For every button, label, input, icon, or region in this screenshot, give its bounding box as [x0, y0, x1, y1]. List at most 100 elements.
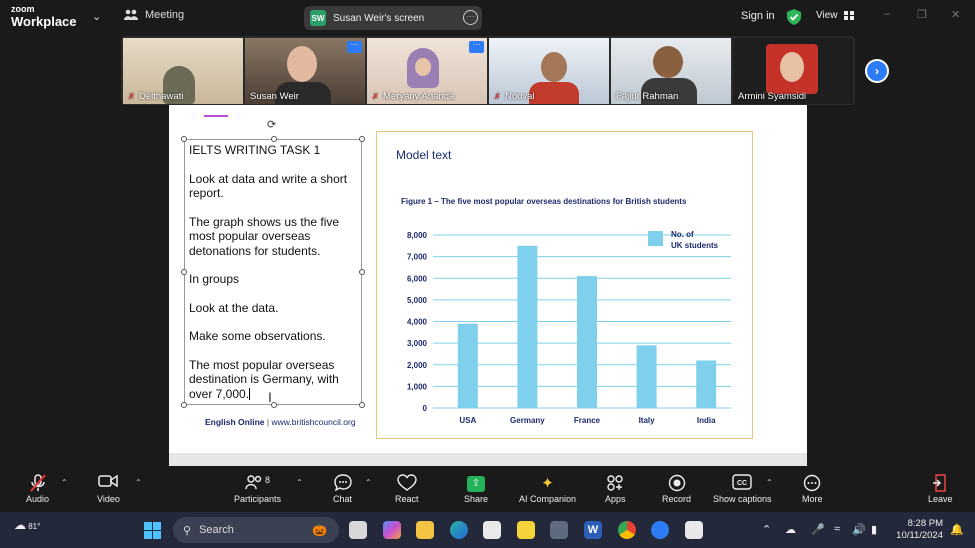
meeting-label: Meeting — [145, 9, 185, 21]
slide-bottom-strip — [169, 453, 807, 466]
resize-handle[interactable] — [181, 402, 187, 408]
shield-check-icon[interactable] — [787, 9, 801, 25]
chevron-up-icon[interactable]: ⌃ — [365, 478, 372, 487]
sticky-notes-icon[interactable] — [517, 521, 535, 539]
react-button[interactable]: React — [395, 474, 419, 504]
sign-in-link[interactable]: Sign in — [741, 10, 775, 22]
weather-widget[interactable]: ☁ 81° — [14, 518, 40, 532]
participants-button[interactable]: 8 Participants — [234, 474, 281, 504]
x-tick-label: France — [574, 416, 601, 425]
video-button[interactable]: Video — [97, 474, 120, 504]
onedrive-cloud-icon[interactable]: ☁ — [785, 523, 796, 536]
bar-france — [577, 276, 597, 408]
chevron-up-icon[interactable]: ⌃ — [61, 478, 68, 487]
microphone-icon[interactable]: 🎤 — [811, 523, 825, 536]
close-icon[interactable]: ✕ — [951, 8, 960, 21]
rotate-handle-icon[interactable]: ⟳ — [267, 118, 276, 131]
next-page-button[interactable]: › — [865, 59, 889, 83]
chevron-down-icon[interactable]: ⌄ — [92, 10, 101, 23]
zoom-logo[interactable]: zoom Workplace — [11, 5, 77, 29]
heart-react-icon — [397, 474, 417, 494]
slide-accent-line — [204, 115, 228, 117]
view-button[interactable]: View — [816, 10, 854, 21]
participant-face — [780, 52, 804, 82]
wifi-icon[interactable]: ≈ — [834, 523, 840, 535]
meeting-people-icon — [124, 9, 138, 20]
word-icon[interactable]: W — [584, 521, 602, 539]
apps-button[interactable]: Apps — [605, 474, 626, 504]
grid-view-icon — [843, 11, 854, 20]
bar-italy — [636, 345, 657, 408]
taskbar-search[interactable]: ⚲ Search 🎃 — [173, 517, 339, 543]
chat-button[interactable]: Chat — [333, 474, 352, 504]
y-tick-label: 0 — [423, 404, 428, 413]
participants-label: Participants — [234, 494, 282, 504]
participants-icon: 8 — [245, 474, 270, 494]
slide-paragraph: The graph shows us the five most popular… — [189, 214, 340, 258]
resize-handle[interactable] — [271, 136, 277, 142]
more-icon — [803, 474, 821, 494]
resize-handle[interactable] — [181, 269, 187, 275]
participant-body — [529, 82, 579, 104]
notification-bell-icon[interactable]: 🔔 — [950, 523, 964, 536]
slide-text[interactable]: IELTS WRITING TASK 1 Look at data and wr… — [189, 143, 361, 415]
shared-screen-indicator[interactable]: SW Susan Weir's screen ··· — [304, 6, 482, 30]
file-explorer-icon[interactable] — [416, 521, 434, 539]
minimize-icon[interactable]: – — [884, 8, 890, 20]
chevron-up-icon[interactable]: ⌃ — [762, 523, 771, 536]
apps-label: Apps — [605, 494, 626, 504]
resize-handle[interactable] — [359, 136, 365, 142]
battery-icon[interactable]: ▮ — [871, 523, 877, 536]
volume-icon[interactable]: 🔊 — [852, 523, 866, 536]
ellipsis-icon[interactable]: ··· — [347, 41, 362, 53]
ellipsis-icon[interactable]: ··· — [463, 10, 478, 25]
participant-tile[interactable]: ··· ✗ Meryany Ananda — [367, 38, 487, 104]
copilot-icon[interactable] — [383, 521, 401, 539]
participant-tile-active-speaker[interactable]: ··· Susan Weir — [245, 38, 365, 104]
task-view-icon[interactable] — [349, 521, 367, 539]
mic-muted-icon — [29, 474, 46, 494]
chrome-icon[interactable] — [618, 521, 636, 539]
ai-companion-button[interactable]: ✦ AI Companion — [519, 474, 576, 504]
edge-icon[interactable] — [450, 521, 468, 539]
y-tick-label: 7,000 — [407, 253, 428, 262]
ellipsis-icon[interactable]: ··· — [469, 41, 484, 53]
brand-bottom: Workplace — [11, 14, 77, 29]
participant-tile[interactable]: ✗ Nouval — [489, 38, 609, 104]
record-button[interactable]: Record — [662, 474, 691, 504]
chevron-up-icon[interactable]: ⌃ — [135, 478, 142, 487]
chevron-up-icon[interactable]: ⌃ — [296, 478, 303, 487]
participant-tile[interactable]: ✗ Delthawati — [123, 38, 243, 104]
participant-face — [653, 46, 683, 78]
participant-name: ✗ Nouval — [494, 91, 535, 102]
participant-tile[interactable]: Armini Syamsidi — [733, 38, 853, 104]
more-button[interactable]: More — [802, 474, 823, 504]
y-tick-label: 8,000 — [407, 231, 428, 240]
footer-url[interactable]: www.britishcouncil.org — [271, 417, 355, 427]
share-button[interactable]: ⇧ Share — [464, 474, 488, 504]
store-icon[interactable] — [483, 521, 501, 539]
legend-swatch — [648, 231, 663, 246]
zoom-taskbar-icon[interactable] — [651, 521, 669, 539]
slide-paragraph: Look at the data. — [189, 300, 279, 315]
leave-door-icon — [932, 474, 948, 494]
captions-button[interactable]: CC Show captions — [713, 474, 772, 504]
restore-icon[interactable]: ❐ — [917, 8, 927, 21]
taskbar-clock[interactable]: 8:28 PM 10/11/2024 — [895, 518, 943, 542]
y-tick-label: 3,000 — [407, 339, 428, 348]
audio-button[interactable]: Audio — [26, 474, 49, 504]
slide-paragraph-last: The most popular overseas destination is… — [189, 357, 339, 401]
leave-button[interactable]: Leave — [928, 474, 953, 504]
x-tick-label: India — [697, 416, 716, 425]
app-icon[interactable] — [685, 521, 703, 539]
cc-icon: CC — [732, 474, 752, 494]
more-label: More — [802, 494, 823, 504]
windows-start-icon[interactable] — [144, 522, 161, 539]
y-tick-label: 4,000 — [407, 318, 428, 327]
resize-handle[interactable] — [181, 136, 187, 142]
app-icon[interactable] — [550, 521, 568, 539]
apps-icon — [606, 474, 624, 494]
meeting-info-button[interactable]: Meeting — [124, 9, 184, 21]
participant-tile[interactable]: Fajlur Rahman — [611, 38, 731, 104]
chevron-up-icon[interactable]: ⌃ — [766, 478, 773, 487]
